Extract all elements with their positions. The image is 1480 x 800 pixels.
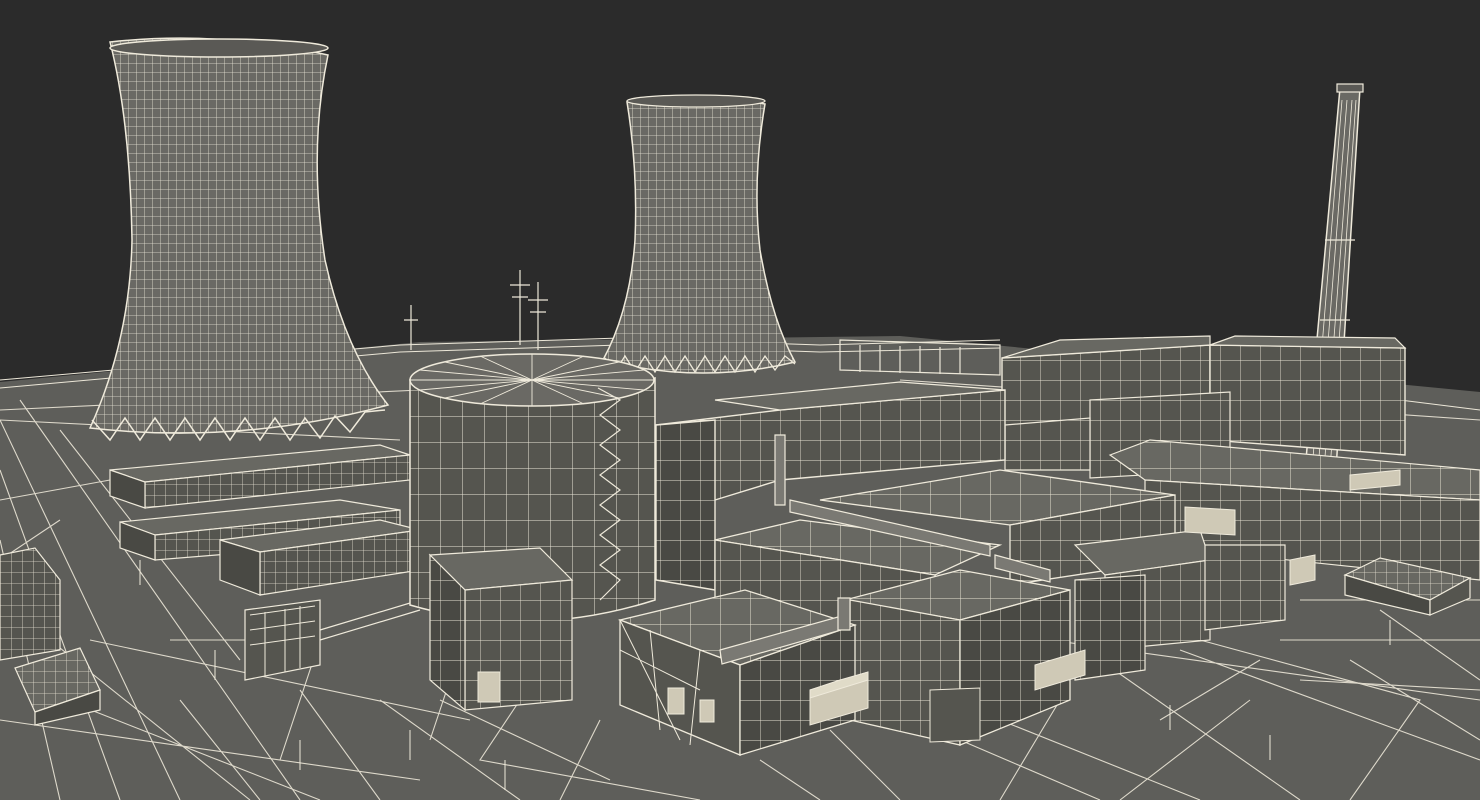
power-plant-wireframe-scene xyxy=(0,0,1480,800)
reactor-annex-block xyxy=(428,547,574,712)
